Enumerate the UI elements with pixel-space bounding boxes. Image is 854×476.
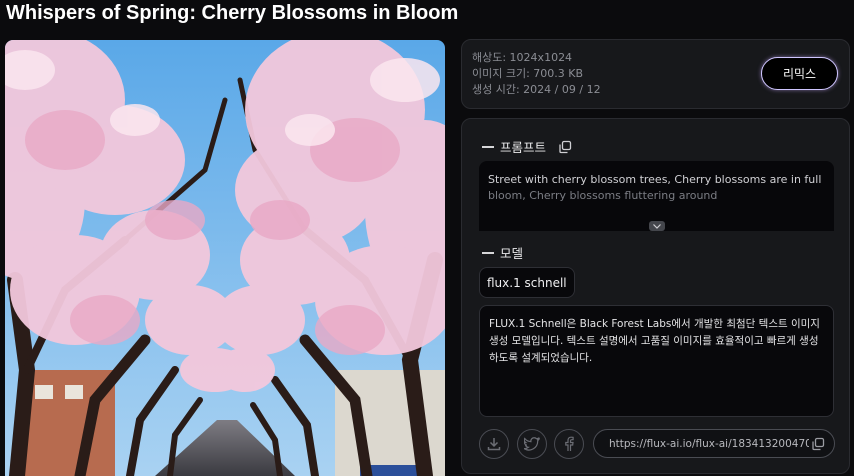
page-title: Whispers of Spring: Cherry Blossoms in B… xyxy=(6,2,459,24)
model-name-chip[interactable]: flux.1 schnell xyxy=(479,267,575,298)
facebook-share-button[interactable] xyxy=(554,429,584,459)
share-url-field[interactable]: https://flux-ai.io/flux-ai/1834132004708 xyxy=(593,429,835,458)
dash-icon xyxy=(482,251,494,254)
details-panel: 프롬프트 Street with cherry blossom trees, C… xyxy=(461,118,850,474)
model-description-box: FLUX.1 Schnell은 Black Forest Labs에서 개발한 … xyxy=(479,305,834,417)
twitter-icon xyxy=(524,437,540,451)
expand-prompt-button[interactable] xyxy=(649,221,665,231)
download-icon xyxy=(487,438,501,451)
prompt-line-1: Street with cherry blossom trees, Cherry… xyxy=(488,173,822,186)
image-meta: 해상도: 1024x1024 이미지 크기: 700.3 KB 생성 시간: 2… xyxy=(472,50,601,98)
dash-icon xyxy=(482,145,494,148)
prompt-heading: 프롬프트 xyxy=(482,137,572,156)
chevron-down-icon xyxy=(653,223,661,229)
file-size-text: 이미지 크기: 700.3 KB xyxy=(472,67,584,80)
artwork-svg xyxy=(5,40,445,476)
copy-icon[interactable] xyxy=(811,437,825,451)
model-heading-label: 모델 xyxy=(500,246,524,261)
share-url-text: https://flux-ai.io/flux-ai/1834132004708 xyxy=(609,437,809,450)
image-info-card: 해상도: 1024x1024 이미지 크기: 700.3 KB 생성 시간: 2… xyxy=(461,39,850,109)
twitter-share-button[interactable] xyxy=(517,429,547,459)
copy-prompt-icon[interactable] xyxy=(558,140,572,154)
facebook-icon xyxy=(565,436,574,451)
remix-button[interactable]: 리믹스 xyxy=(761,57,838,90)
download-button[interactable] xyxy=(479,429,509,459)
created-time-text: 생성 시간: 2024 / 09 / 12 xyxy=(472,83,601,96)
resolution-text: 해상도: 1024x1024 xyxy=(472,51,573,64)
prompt-heading-label: 프롬프트 xyxy=(500,140,547,155)
cherry-blossom-image[interactable] xyxy=(5,40,445,476)
prompt-line-2: bloom, Cherry blossoms fluttering around xyxy=(488,189,718,202)
model-heading: 모델 xyxy=(482,243,523,262)
